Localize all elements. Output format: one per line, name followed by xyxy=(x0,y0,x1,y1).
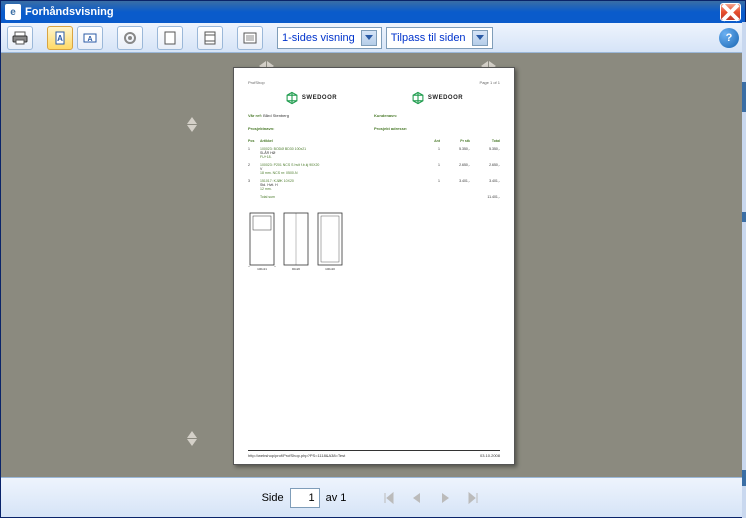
margin-handle-left-bottom[interactable] xyxy=(187,431,197,446)
full-width-button[interactable] xyxy=(237,26,263,50)
door-drawing: 90x20 xyxy=(282,211,310,271)
hf-on-button[interactable] xyxy=(197,26,223,50)
margin-handle-left-top[interactable] xyxy=(187,117,197,132)
swedoor-logo-icon xyxy=(285,91,299,105)
page-total-label: av 1 xyxy=(326,492,347,504)
col-qty: Ant xyxy=(420,139,440,143)
door-drawing: 100x21 xyxy=(248,211,276,271)
col-art: Artikkel xyxy=(260,139,420,143)
hf-on-icon xyxy=(202,30,218,46)
customer-label: Kundenavn: xyxy=(374,113,397,118)
door-drawings: 100x21 90x20 100x20 xyxy=(248,211,500,271)
print-icon xyxy=(12,30,28,46)
prev-page-icon xyxy=(409,490,425,506)
titlebar: e Forhåndsvisning xyxy=(1,1,745,23)
page-preview: ProfShop Page 1 of 1 SWEDOOR SWEDOOR xyxy=(233,67,515,465)
chevron-down-icon xyxy=(361,30,377,46)
settings-button[interactable] xyxy=(117,26,143,50)
table-row: 3 151017: KJØK 10X20Std. Hvit. H12 mm. 1… xyxy=(248,177,500,193)
close-icon xyxy=(721,3,740,22)
page-number-input[interactable] xyxy=(290,488,320,508)
print-button[interactable] xyxy=(7,26,33,50)
next-page-button[interactable] xyxy=(434,487,456,509)
toolbar: A A 1-sides visning Tilpass til siden xyxy=(1,23,745,53)
view-mode-select[interactable]: 1-sides visning xyxy=(277,27,382,49)
col-unit: Pr stk xyxy=(440,139,470,143)
table-row: 1 100023: BODØ BD30 100x21SLÅR HØFU+18. … xyxy=(248,145,500,161)
table-total-row: Total sum 11.401,- xyxy=(248,193,500,201)
col-total: Total xyxy=(470,139,500,143)
page-footer: http://webshop/prof/ProfShop.php?PS=1118… xyxy=(248,450,500,458)
last-page-button[interactable] xyxy=(462,487,484,509)
portrait-button[interactable]: A xyxy=(47,26,73,50)
zoom-label: Tilpass til siden xyxy=(391,32,466,44)
first-page-icon xyxy=(381,490,397,506)
view-mode-label: 1-sides visning xyxy=(282,32,355,44)
ref-value: Bård Stenberg xyxy=(263,113,289,118)
landscape-icon: A xyxy=(82,30,98,46)
page-header-right: Page 1 of 1 xyxy=(480,80,500,85)
last-page-icon xyxy=(465,490,481,506)
col-pos: Pos xyxy=(248,139,260,143)
hf-off-icon xyxy=(162,30,178,46)
page-label: Side xyxy=(262,492,284,504)
footer-url: http://webshop/prof/ProfShop.php?PS=1118… xyxy=(248,453,345,458)
next-page-icon xyxy=(437,490,453,506)
preview-window: e Forhåndsvisning A A xyxy=(0,0,746,518)
brand-logo-left: SWEDOOR xyxy=(285,91,337,105)
table-row: 2 100023: P201 NCS S hvit f.b.kj 90X20V1… xyxy=(248,161,500,177)
svg-text:A: A xyxy=(57,34,63,43)
prev-page-button[interactable] xyxy=(406,487,428,509)
svg-text:A: A xyxy=(87,36,92,43)
preview-area: ProfShop Page 1 of 1 SWEDOOR SWEDOOR xyxy=(1,53,745,477)
landscape-button[interactable]: A xyxy=(77,26,103,50)
brand-logo-right: SWEDOOR xyxy=(411,91,463,105)
project-addr-label: Prosjekt adresse: xyxy=(374,126,407,131)
project-name-label: Prosjektnavn: xyxy=(248,126,274,131)
window-title: Forhåndsvisning xyxy=(25,6,720,18)
app-icon: e xyxy=(5,4,21,20)
swedoor-logo-icon xyxy=(411,91,425,105)
hf-off-button[interactable] xyxy=(157,26,183,50)
door-drawing: 100x20 xyxy=(316,211,344,271)
page-header-left: ProfShop xyxy=(248,80,265,85)
items-table: Pos Artikkel Ant Pr stk Total 1 100023: … xyxy=(248,137,500,201)
zoom-select[interactable]: Tilpass til siden xyxy=(386,27,493,49)
chevron-down-icon xyxy=(472,30,488,46)
portrait-icon: A xyxy=(52,30,68,46)
gear-icon xyxy=(122,30,138,46)
full-width-icon xyxy=(242,30,258,46)
pagination-bar: Side av 1 xyxy=(1,477,745,517)
first-page-button[interactable] xyxy=(378,487,400,509)
footer-date: 03.10.2008 xyxy=(480,453,500,458)
external-scrollbar xyxy=(742,22,746,518)
help-icon: ? xyxy=(726,32,733,44)
help-button[interactable]: ? xyxy=(719,28,739,48)
close-button[interactable] xyxy=(720,3,741,21)
ref-label: Vår ref: xyxy=(248,113,262,118)
